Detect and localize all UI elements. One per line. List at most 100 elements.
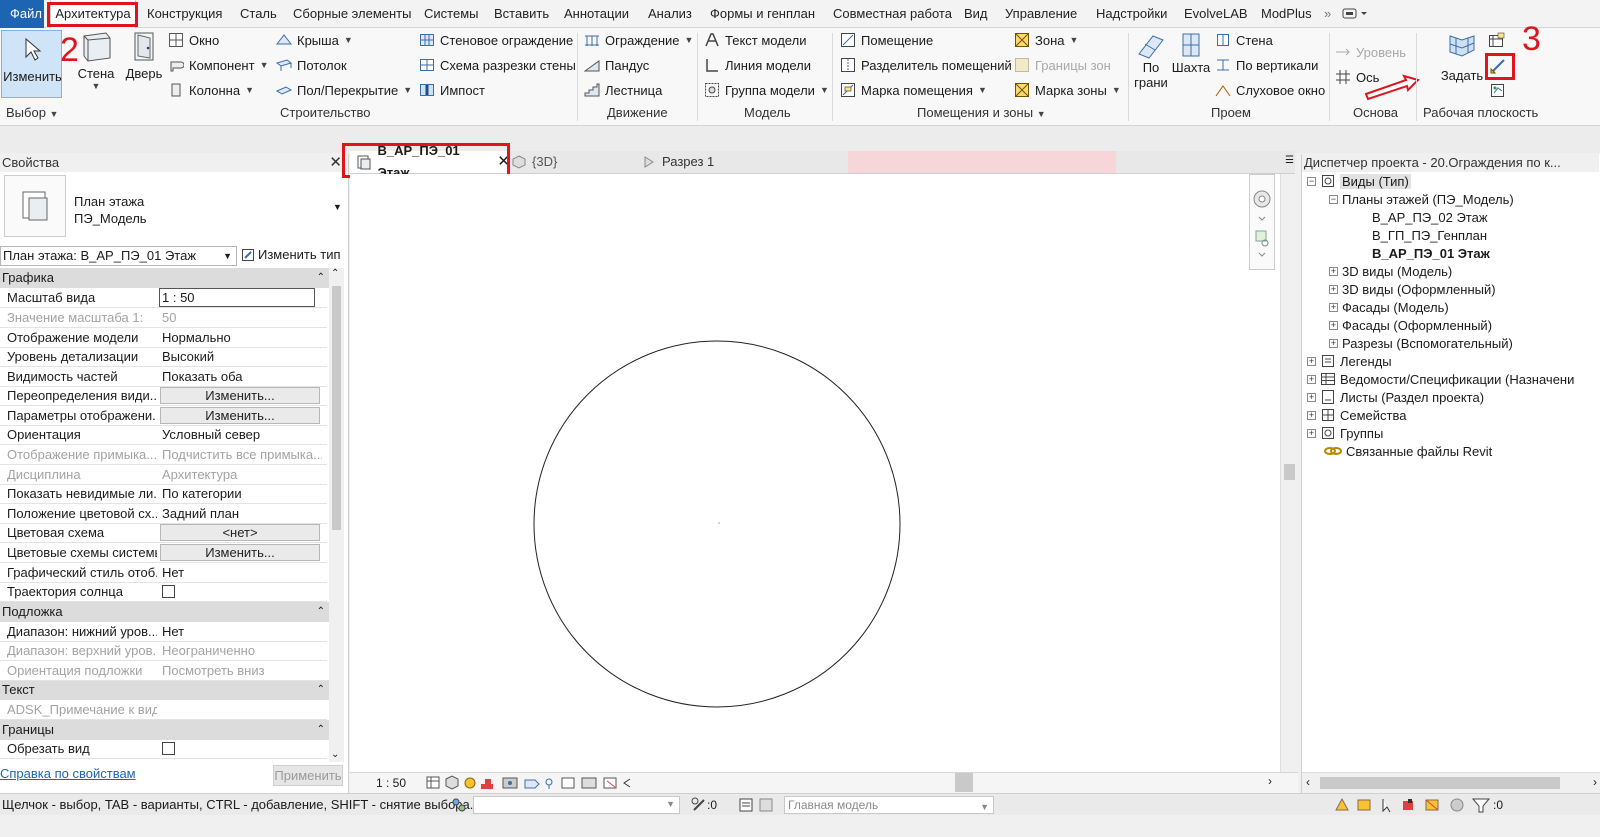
prop-row[interactable]: Видимость частей Показать оба — [0, 367, 327, 387]
tree-item-groups[interactable]: + Группы — [1307, 424, 1383, 442]
prop-row[interactable]: Диапазон: нижний уров... Нет — [0, 622, 327, 642]
prop-row[interactable]: Положение цветовой сх... Задний план — [0, 504, 327, 524]
browser-horizontal-scrollbar[interactable]: ‹ › — [1302, 772, 1600, 793]
crop-view-checkbox[interactable] — [162, 742, 175, 755]
area-tag-button[interactable]: Марка зоны ▼ — [1014, 80, 1121, 100]
tab-list-icon[interactable]: ☰ — [1285, 155, 1294, 166]
section-text[interactable]: Текст ⌃ — [0, 680, 333, 700]
vg-overrides-edit-button[interactable]: Изменить... — [160, 387, 320, 404]
prop-row[interactable]: Масштаб вида 1 : 50 — [0, 288, 327, 308]
room-separator-button[interactable]: Разделитель помещений — [840, 55, 1012, 75]
tree-item-views[interactable]: − Виды (Тип) — [1307, 172, 1411, 190]
doc-tab-3d[interactable]: {3D} — [512, 151, 557, 173]
tab-systems[interactable]: Системы — [424, 0, 478, 28]
tab-analyze[interactable]: Анализ — [648, 0, 692, 28]
tab-architecture[interactable]: Архитектура — [50, 0, 136, 28]
tree-item-plan-active[interactable]: В_АР_ПЭ_01 Этаж — [1372, 244, 1490, 262]
tree-item-floor-plans[interactable]: − Планы этажей (ПЭ_Модель) — [1329, 190, 1514, 208]
tree-item-3d-model[interactable]: +3D виды (Модель) — [1329, 262, 1452, 280]
set-workplane-button[interactable]: Задать — [1436, 30, 1488, 83]
component-button[interactable]: Компонент ▼ — [168, 55, 268, 75]
scroll-right-icon[interactable]: › — [1268, 774, 1272, 788]
workplane-viewer-icon[interactable] — [1489, 82, 1507, 100]
browser-scroll-thumb[interactable] — [1320, 777, 1560, 789]
tree-item-revit-links[interactable]: Связанные файлы Revit — [1324, 442, 1492, 460]
drawing-canvas[interactable] — [350, 174, 1280, 772]
model-text-button[interactable]: Текст модели — [704, 30, 806, 50]
navigation-wheel-icon[interactable] — [1250, 175, 1274, 269]
reference-plane-icon[interactable] — [1489, 57, 1507, 75]
tree-item-plan[interactable]: В_АР_ПЭ_02 Этаж — [1372, 208, 1488, 226]
tab-manage[interactable]: Управление — [1005, 0, 1077, 28]
roof-button[interactable]: Крыша ▼ — [276, 30, 353, 50]
section-extents[interactable]: Границы ⌃ — [0, 720, 333, 740]
tab-precast[interactable]: Сборные элементы — [293, 0, 411, 28]
properties-scrollbar[interactable]: ⌃ ⌄ — [329, 268, 344, 762]
area-button[interactable]: Зона ▼ — [1014, 30, 1078, 50]
wall-opening-button[interactable]: Стена — [1215, 30, 1273, 50]
workset-select[interactable]: ▼ — [473, 796, 680, 814]
prop-row[interactable]: Отображение модели Нормально — [0, 328, 327, 348]
tree-item-plan[interactable]: В_ГП_ПЭ_Генплан — [1372, 226, 1487, 244]
tab-addins[interactable]: Надстройки — [1096, 0, 1167, 28]
design-option-select[interactable]: Главная модель ▼ — [784, 796, 994, 814]
selection-toggles-icons[interactable] — [1333, 796, 1493, 814]
room-button[interactable]: Помещение — [840, 30, 933, 50]
curtain-system-button[interactable]: Стеновое ограждение — [419, 30, 573, 50]
more-tabs-icon[interactable]: » — [1324, 0, 1331, 28]
tree-item-3d-doc[interactable]: +3D виды (Оформленный) — [1329, 280, 1496, 298]
tab-file[interactable]: Файл — [0, 0, 44, 28]
editing-requests-icon[interactable] — [690, 796, 708, 814]
floor-button[interactable]: Пол/Перекрытие ▼ — [276, 80, 412, 100]
section-graphics[interactable]: Графика ⌃ — [0, 268, 333, 288]
design-options-icon[interactable] — [738, 796, 778, 814]
vertical-scroll-thumb[interactable] — [1284, 464, 1295, 480]
horizontal-scroll-thumb[interactable] — [955, 773, 973, 792]
graphic-display-edit-button[interactable]: Изменить... — [160, 407, 320, 424]
tree-item-families[interactable]: + Семейства — [1307, 406, 1407, 424]
group-room-label[interactable]: Помещения и зоны ▼ — [917, 105, 1046, 120]
curtain-grid-button[interactable]: Схема разрезки стены — [419, 55, 576, 75]
instance-selector[interactable]: План этажа: В_АР_ПЭ_01 Этаж ▼ — [0, 246, 237, 266]
view-control-icons[interactable] — [425, 774, 655, 792]
tree-item-schedules[interactable]: + Ведомости/Спецификации (Назначени — [1307, 370, 1574, 388]
column-button[interactable]: Колонна ▼ — [168, 80, 254, 100]
section-underlay[interactable]: Подложка ⌃ — [0, 602, 333, 622]
mullion-button[interactable]: Импост — [419, 80, 485, 100]
tab-evolvelab[interactable]: EvolveLAB — [1184, 0, 1248, 28]
tab-insert[interactable]: Вставить — [494, 0, 549, 28]
modify-button[interactable]: Изменить — [1, 30, 62, 98]
show-workplane-icon[interactable] — [1488, 32, 1506, 50]
dormer-opening-button[interactable]: Слуховое окно — [1215, 80, 1325, 100]
model-group-button[interactable]: Группа модели ▼ — [704, 80, 829, 100]
by-face-button[interactable]: По грани — [1133, 30, 1169, 90]
tab-modplus[interactable]: ModPlus — [1261, 0, 1312, 28]
model-line-button[interactable]: Линия модели — [704, 55, 811, 75]
tree-item-sections[interactable]: + Разрезы (Вспомогательный) — [1329, 334, 1513, 352]
prop-row[interactable]: Ориентация Условный север — [0, 425, 327, 445]
prop-row[interactable]: Показать невидимые ли... По категории — [0, 484, 327, 504]
room-tag-button[interactable]: Марка помещения ▼ — [840, 80, 987, 100]
tab-massing[interactable]: Формы и генплан — [710, 0, 815, 28]
system-color-schemes-button[interactable]: Изменить... — [160, 544, 320, 561]
tab-view[interactable]: Вид — [964, 0, 988, 28]
sun-path-checkbox[interactable] — [162, 585, 175, 598]
group-select-label[interactable]: Выбор ▼ — [6, 105, 58, 120]
vertical-scrollbar[interactable] — [1280, 174, 1298, 772]
tab-collaborate[interactable]: Совместная работа — [833, 0, 952, 28]
close-icon[interactable]: ✕ — [329, 154, 342, 172]
worksets-icon[interactable] — [450, 796, 468, 814]
wall-button[interactable]: Стена ▼ — [72, 30, 120, 94]
tree-item-elev-model[interactable]: + Фасады (Модель) — [1329, 298, 1449, 316]
ceiling-button[interactable]: Потолок — [276, 55, 347, 75]
view-scale-input[interactable]: 1 : 50 — [159, 288, 315, 307]
prop-row[interactable]: ADSK_Примечание к виду — [0, 700, 327, 720]
color-scheme-button[interactable]: <нет> — [160, 524, 320, 541]
tab-steel[interactable]: Сталь — [240, 0, 277, 28]
tree-item-legends[interactable]: + Легенды — [1307, 352, 1392, 370]
stair-button[interactable]: Лестница — [584, 80, 662, 100]
prop-row[interactable]: Графический стиль отоб... Нет — [0, 563, 327, 583]
door-button[interactable]: Дверь — [124, 30, 164, 94]
type-selector-chevron-icon[interactable]: ▼ — [333, 202, 342, 212]
scrollbar-thumb[interactable] — [332, 286, 341, 530]
